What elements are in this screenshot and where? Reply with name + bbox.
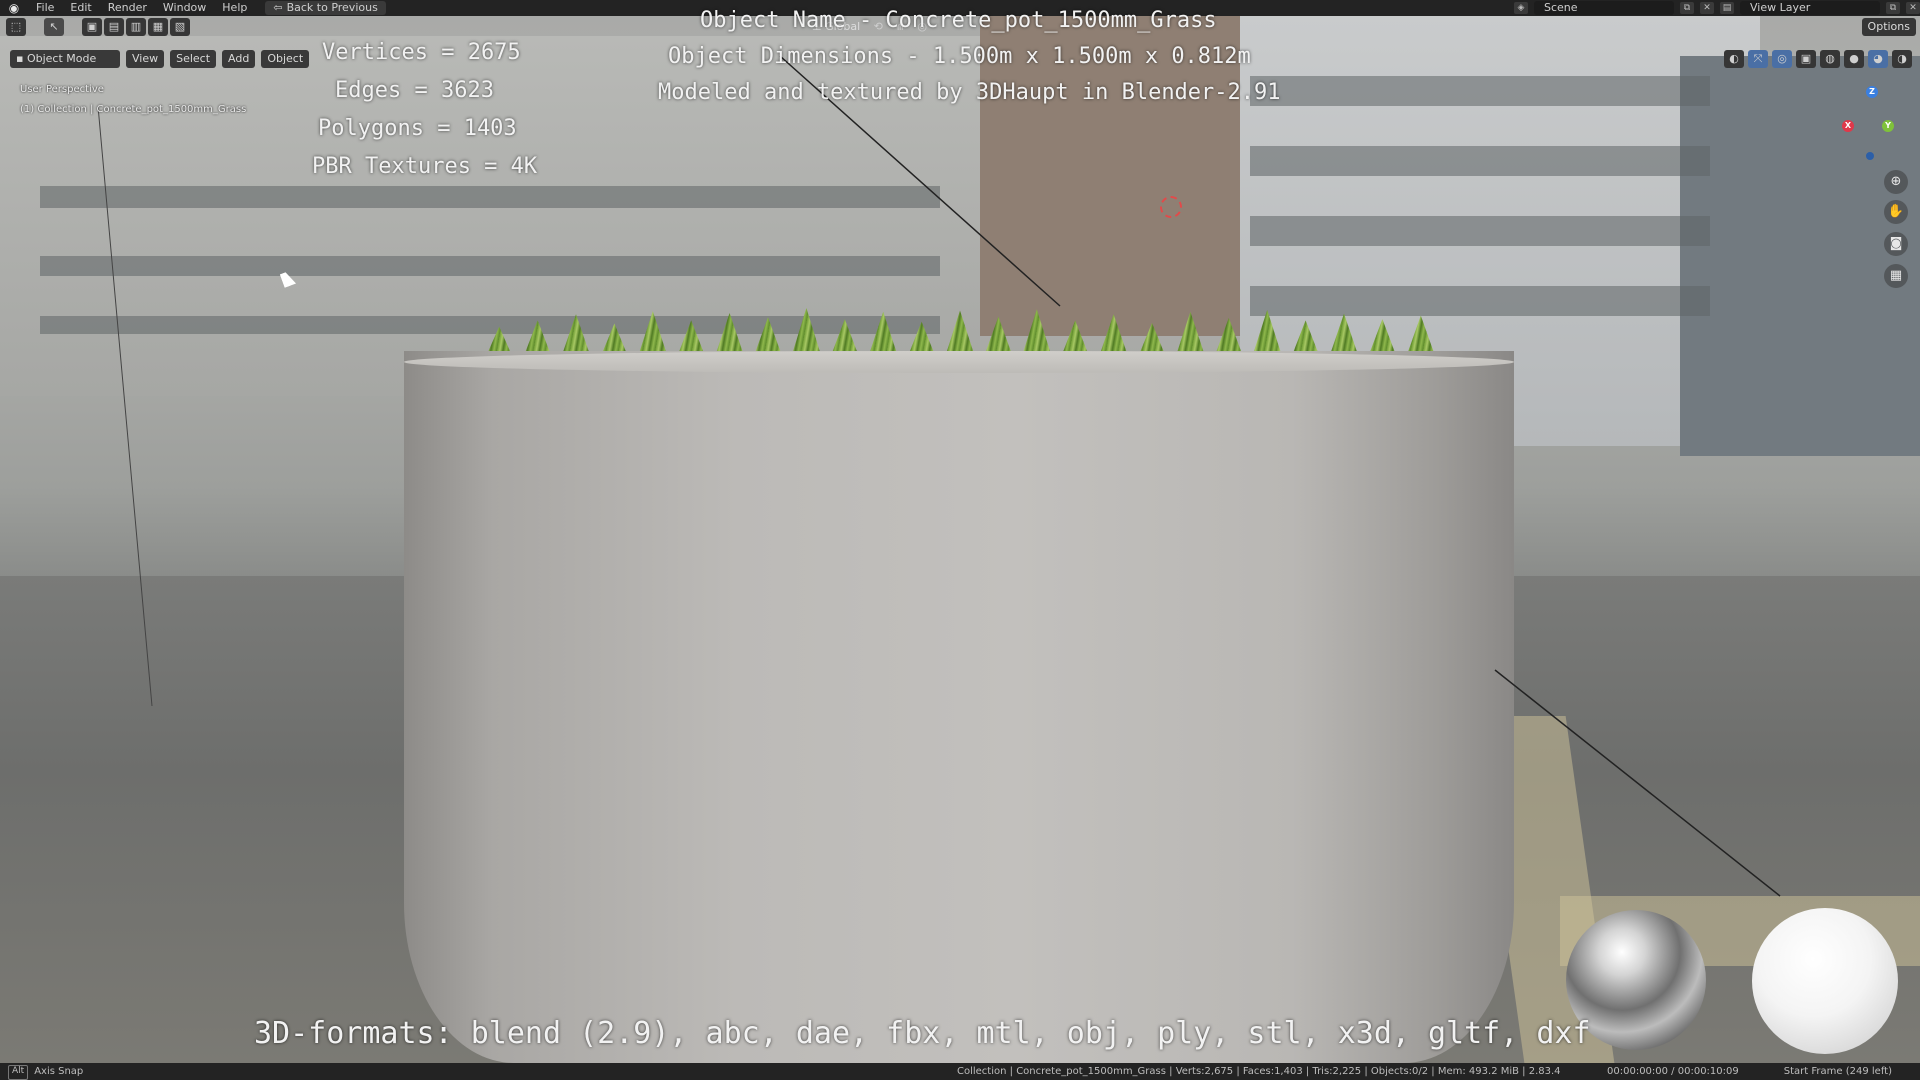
object-name-title: Object Name - Concrete_pot_1500mm_Grass <box>700 8 1217 33</box>
pan-hand-icon[interactable]: ✋ <box>1884 200 1908 224</box>
viewport-collection-label: (1) Collection | Concrete_pot_1500mm_Gra… <box>20 104 247 115</box>
menu-file[interactable]: File <box>28 0 62 16</box>
3d-viewport[interactable] <box>0 16 1920 1063</box>
workspace-selectors: ◈ Scene ⧉ ✕ ▤ View Layer ⧉ ✕ <box>1514 0 1920 16</box>
overlays-toggle-icon[interactable]: ◎ <box>1772 50 1792 68</box>
axis-z-icon[interactable]: Z <box>1866 86 1878 98</box>
back-icon: ⇦ <box>273 1 283 14</box>
start-frame-info: Start Frame (249 left) <box>1783 1066 1892 1077</box>
blender-logo-icon[interactable]: ◉ <box>0 1 28 15</box>
back-to-previous-button[interactable]: ⇦ Back to Previous <box>265 1 386 15</box>
select-tool-icon[interactable]: ↖ <box>44 18 64 36</box>
axis-neg-z-icon[interactable] <box>1866 152 1874 160</box>
alt-key-badge: Alt <box>8 1065 29 1080</box>
hdri-diffuse-sphere <box>1752 908 1898 1054</box>
solid-shading-icon[interactable]: ● <box>1844 50 1864 68</box>
material-preview-shading-icon[interactable]: ◕ <box>1868 50 1888 68</box>
credit-text: Modeled and textured by 3DHaupt in Blend… <box>658 80 1281 105</box>
menu-help[interactable]: Help <box>214 0 255 16</box>
view-layer-icon[interactable]: ▤ <box>1720 2 1734 14</box>
select-invert-mode-icon[interactable]: ▦ <box>148 18 168 36</box>
formats-text: 3D-formats: blend (2.9), abc, dae, fbx, … <box>254 1016 1591 1051</box>
options-dropdown[interactable]: Options <box>1861 18 1916 36</box>
new-view-layer-icon[interactable]: ⧉ <box>1886 2 1900 14</box>
visibility-icon[interactable]: ◐ <box>1724 50 1744 68</box>
xray-toggle-icon[interactable]: ▣ <box>1796 50 1816 68</box>
axis-y-icon[interactable]: Y <box>1882 120 1894 132</box>
wireframe-shading-icon[interactable]: ◍ <box>1820 50 1840 68</box>
pbr-textures-stat: PBR Textures = 4K <box>312 154 538 179</box>
scene-field[interactable]: Scene <box>1534 1 1674 15</box>
select-extend-mode-icon[interactable]: ▤ <box>104 18 124 36</box>
vertices-stat: Vertices = 2675 <box>322 40 521 65</box>
select-intersect-mode-icon[interactable]: ▧ <box>170 18 190 36</box>
select-menu[interactable]: Select <box>170 50 217 68</box>
object-dimensions-text: Object Dimensions - 1.500m x 1.500m x 0.… <box>668 44 1251 69</box>
menu-render[interactable]: Render <box>100 0 155 16</box>
menu-edit[interactable]: Edit <box>62 0 99 16</box>
viewport-shading-controls: ◐ ⤧ ◎ ▣ ◍ ● ◕ ◑ <box>1722 50 1912 68</box>
camera-line <box>97 55 1781 897</box>
object-mode-label: Object Mode <box>26 52 97 65</box>
edges-stat: Edges = 3623 <box>335 78 494 103</box>
rendered-shading-icon[interactable]: ◑ <box>1892 50 1912 68</box>
viewport-perspective-label: User Perspective <box>20 84 104 95</box>
menu-window[interactable]: Window <box>155 0 214 16</box>
viewport-mode-row: ▪ Object Mode View Select Add Object <box>8 50 310 68</box>
status-bar: Alt Axis Snap Collection | Concrete_pot_… <box>0 1063 1920 1080</box>
new-scene-icon[interactable]: ⧉ <box>1680 2 1694 14</box>
camera-view-icon[interactable]: ◙ <box>1884 232 1908 256</box>
object-mode-dropdown[interactable]: ▪ Object Mode <box>10 50 120 68</box>
grid-perspective-icon[interactable]: ▦ <box>1884 264 1908 288</box>
gizmo-toggle-icon[interactable]: ⤧ <box>1748 50 1768 68</box>
axis-snap-label: Axis Snap <box>34 1066 84 1077</box>
scene-icon[interactable]: ◈ <box>1514 2 1528 14</box>
object-menu[interactable]: Object <box>261 50 310 68</box>
delete-view-layer-icon[interactable]: ✕ <box>1906 2 1920 14</box>
delete-scene-icon[interactable]: ✕ <box>1700 2 1714 14</box>
back-to-previous-label: Back to Previous <box>286 1 378 14</box>
scene-statistics: Collection | Concrete_pot_1500mm_Grass |… <box>957 1066 1561 1077</box>
editor-type-icon[interactable]: ⬚ <box>6 18 26 36</box>
view-menu[interactable]: View <box>126 50 165 68</box>
view-layer-field[interactable]: View Layer <box>1740 1 1880 15</box>
add-menu[interactable]: Add <box>222 50 256 68</box>
timecode: 00:00:00:00 / 00:00:10:09 <box>1607 1066 1739 1077</box>
navigation-gizmo[interactable]: Z X Y <box>1838 84 1898 160</box>
object-mode-icon: ▪ <box>16 52 24 65</box>
select-subtract-mode-icon[interactable]: ▥ <box>126 18 146 36</box>
zoom-icon[interactable]: ⊕ <box>1884 170 1908 194</box>
status-hint: Alt Axis Snap <box>8 1063 83 1080</box>
polygons-stat: Polygons = 1403 <box>318 116 517 141</box>
axis-x-icon[interactable]: X <box>1842 120 1854 132</box>
select-box-mode-icon[interactable]: ▣ <box>82 18 102 36</box>
